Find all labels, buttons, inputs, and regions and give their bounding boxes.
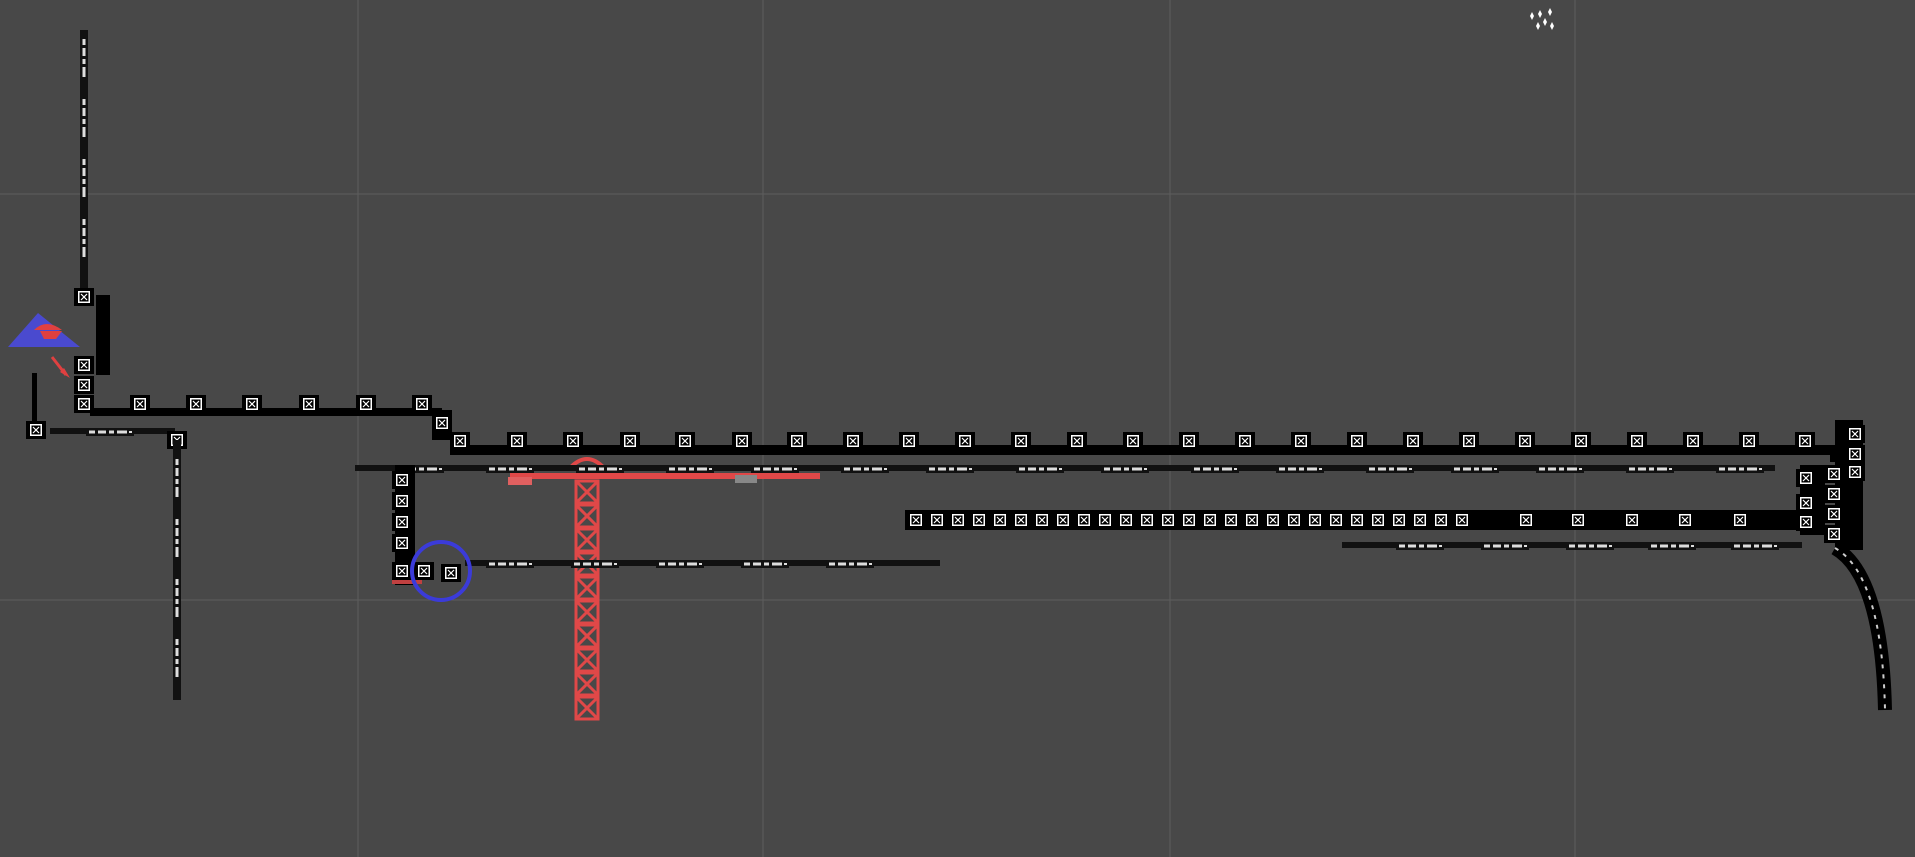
camera-gizmo-icon[interactable]	[8, 313, 80, 378]
track-left-vertical[interactable]	[73, 30, 110, 414]
scene-grid	[0, 0, 1915, 857]
rail-lower-main[interactable]	[355, 465, 1775, 473]
track-main[interactable]	[449, 420, 1866, 550]
light-gizmo-icon[interactable]	[1530, 8, 1554, 30]
rail-lower-right[interactable]	[1342, 541, 1892, 711]
track-left-lower-vertical[interactable]	[25, 373, 188, 700]
tower-structure[interactable]	[508, 457, 820, 721]
track-dense-row[interactable]	[905, 510, 1800, 530]
scene-viewport[interactable]	[0, 0, 1915, 857]
track-middle-branch[interactable]	[391, 465, 940, 585]
